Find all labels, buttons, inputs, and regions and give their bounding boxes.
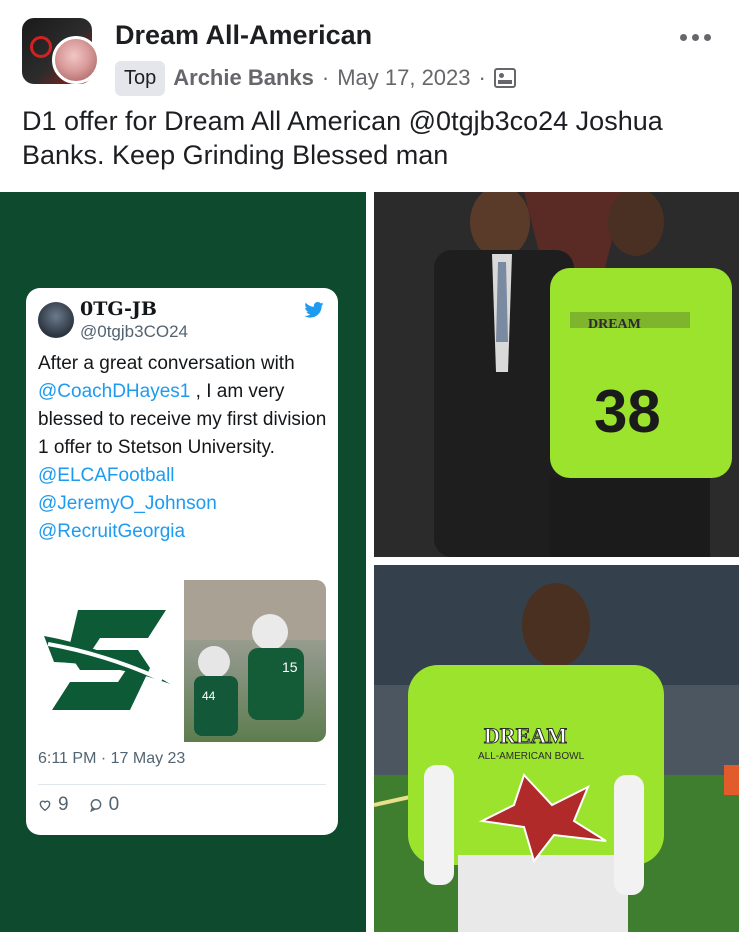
- audience-icon[interactable]: [493, 68, 516, 88]
- more-options-icon[interactable]: [680, 30, 714, 44]
- meta-separator: ·: [321, 65, 330, 90]
- tweet-media: 15 44: [38, 580, 326, 742]
- tweet-timestamp: 6:11 PM · 17 May 23: [38, 750, 186, 767]
- reply-count: 0: [108, 794, 120, 815]
- player-stadium-illustration: DREAM ALL-AMERICAN BOWL: [374, 565, 739, 932]
- tweet-body: After a great conversation with @CoachDH…: [38, 350, 330, 546]
- post-avatar-group[interactable]: [22, 18, 100, 88]
- players-illustration: 15 44: [184, 580, 326, 736]
- coach-player-illustration: DREAM 38: [374, 192, 739, 557]
- tweet-display-name: 0TG-JB: [80, 298, 157, 320]
- stetson-s-logo-icon: [44, 610, 170, 710]
- player-stadium-photo[interactable]: DREAM ALL-AMERICAN BOWL: [374, 565, 739, 932]
- post-header: Dream All-American Top Archie Banks · Ma…: [0, 0, 739, 100]
- page-name[interactable]: Dream All-American: [115, 20, 372, 51]
- stetson-logo: [38, 580, 182, 742]
- jersey-brand-text: DREAM: [484, 723, 567, 748]
- meta-separator: ·: [478, 65, 486, 90]
- more-dot: [680, 33, 687, 41]
- jersey-number-label: 44: [202, 689, 216, 703]
- brand-logo-icon: [30, 36, 52, 58]
- more-dot: [692, 33, 699, 41]
- heart-icon: [39, 800, 51, 812]
- jersey-number: 38: [594, 378, 661, 445]
- post-meta: Top Archie Banks · May 17, 2023 ·: [115, 60, 516, 96]
- coach-and-player-photo[interactable]: DREAM 38: [374, 192, 739, 557]
- role-badge: Top: [115, 60, 166, 96]
- tweet-card: 0TG-JB @0tgjb3CO24 After a great convers…: [26, 288, 338, 835]
- tweet-text: After a great conversation with: [38, 353, 295, 374]
- tweet-divider: [38, 784, 326, 785]
- jersey-number-label: 15: [282, 659, 298, 675]
- post-date[interactable]: May 17, 2023: [337, 65, 470, 91]
- reply-bubble-icon: [89, 799, 101, 812]
- tweet-handle: @0tgjb3CO24: [80, 322, 188, 341]
- post-text: D1 offer for Dream All American @0tgjb3c…: [22, 106, 663, 170]
- jersey-subtext: ALL-AMERICAN BOWL: [478, 751, 585, 762]
- jersey-brand-text: DREAM: [588, 317, 641, 332]
- tweet-football-photo: 15 44: [184, 580, 326, 742]
- tweet-screenshot-photo[interactable]: 0TG-JB @0tgjb3CO24 After a great convers…: [0, 192, 366, 932]
- author-avatar[interactable]: [52, 36, 100, 84]
- twitter-bird-icon: [304, 302, 324, 318]
- author-name[interactable]: Archie Banks: [173, 65, 314, 91]
- photo-collage: 0TG-JB @0tgjb3CO24 After a great convers…: [0, 192, 739, 939]
- tweet-avatar: [38, 302, 74, 338]
- tweet-mention: @RecruitGeorgia: [38, 521, 186, 542]
- tweet-mention: @ELCAFootball: [38, 465, 175, 486]
- like-count: 9: [58, 794, 69, 815]
- tweet-mention: @CoachDHayes1: [38, 381, 191, 402]
- tweet-stats: 9 0: [38, 794, 133, 816]
- tweet-mention: @JeremyO_Johnson: [38, 493, 217, 514]
- more-dot: [704, 33, 711, 41]
